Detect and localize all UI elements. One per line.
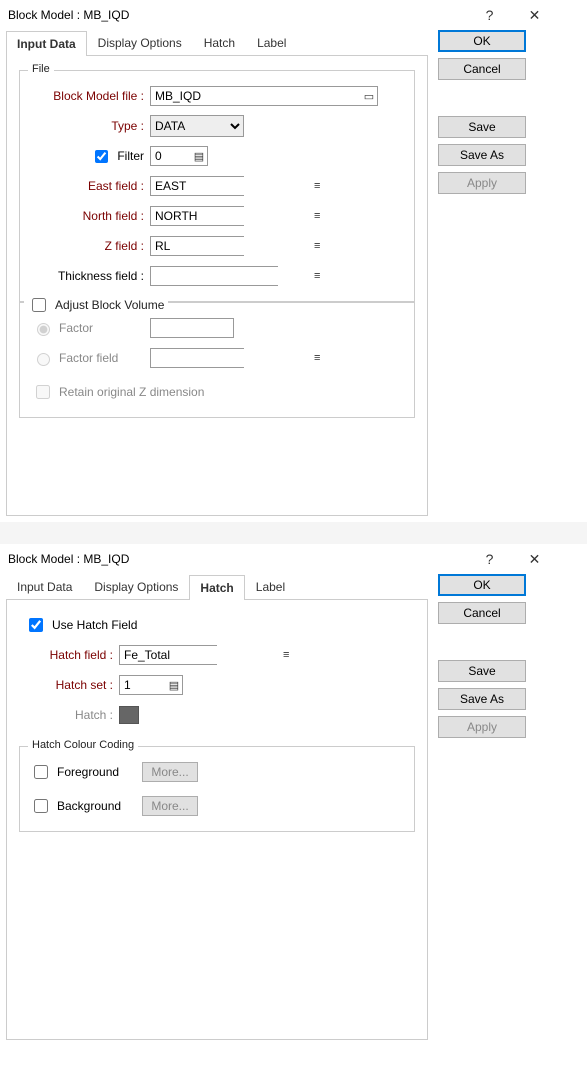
apply-button: Apply [438, 716, 526, 738]
z-field-label: Z field : [30, 239, 150, 253]
north-field-label: North field : [30, 209, 150, 223]
z-field-input[interactable]: ≡ [150, 236, 244, 256]
factor-field-input: ≡ [150, 348, 244, 368]
dialog-block-model-hatch: Block Model : MB_IQD ? ✕ Input Data Disp… [0, 544, 557, 1050]
foreground-more-button: More... [142, 762, 198, 782]
filter-text[interactable] [151, 147, 191, 165]
browse-icon[interactable]: ▤ [166, 679, 182, 692]
tab-label[interactable]: Label [246, 30, 297, 55]
tab-input-data[interactable]: Input Data [6, 31, 87, 56]
hatch-field-text[interactable] [120, 646, 283, 664]
block-model-file-text[interactable] [151, 87, 361, 105]
save-button[interactable]: Save [438, 116, 526, 138]
filter-label: Filter [117, 149, 144, 163]
adjust-block-volume-label: Adjust Block Volume [55, 298, 164, 312]
dialog-title: Block Model : MB_IQD [8, 8, 467, 22]
file-group: File Block Model file : ▭ Type : DATA [19, 70, 415, 302]
dialog-title: Block Model : MB_IQD [8, 552, 467, 566]
tab-input-data[interactable]: Input Data [6, 574, 83, 599]
adjust-block-volume-group: Adjust Block Volume Factor Fact [19, 302, 415, 418]
hatch-swatch [119, 706, 139, 724]
hatch-field-label: Hatch field : [19, 648, 119, 662]
use-hatch-field-label: Use Hatch Field [52, 618, 137, 632]
ok-button[interactable]: OK [438, 574, 526, 596]
list-icon: ≡ [314, 352, 320, 364]
factor-radio [37, 323, 50, 336]
use-hatch-field-checkbox[interactable] [29, 618, 43, 632]
type-select[interactable]: DATA [150, 115, 244, 137]
hatch-set-input[interactable]: ▤ [119, 675, 183, 695]
hatch-set-text[interactable] [120, 676, 166, 694]
foreground-checkbox[interactable] [34, 765, 48, 779]
background-label: Background [57, 799, 121, 813]
cancel-button[interactable]: Cancel [438, 602, 526, 624]
hatch-swatch-label: Hatch : [19, 708, 119, 722]
list-icon[interactable]: ≡ [314, 240, 320, 252]
cancel-button[interactable]: Cancel [438, 58, 526, 80]
tabstrip: Input Data Display Options Hatch Label [6, 30, 428, 56]
tab-label[interactable]: Label [245, 574, 296, 599]
save-as-button[interactable]: Save As [438, 688, 526, 710]
file-browse-icon[interactable]: ▭ [361, 90, 377, 103]
factor-field-label: Factor field [59, 351, 118, 365]
hatch-colour-coding-group: Hatch Colour Coding Foreground More... B… [19, 746, 415, 832]
east-field-label: East field : [30, 179, 150, 193]
thickness-field-label: Thickness field : [30, 269, 150, 283]
factor-input [150, 318, 234, 338]
tab-pane-hatch: Use Hatch Field Hatch field : ≡ Hatch se… [6, 600, 428, 1040]
list-icon[interactable]: ≡ [314, 180, 320, 192]
list-icon[interactable]: ≡ [314, 210, 320, 222]
titlebar: Block Model : MB_IQD ? ✕ [0, 0, 557, 30]
background-checkbox[interactable] [34, 799, 48, 813]
retain-z-label: Retain original Z dimension [59, 385, 204, 399]
foreground-label: Foreground [57, 765, 119, 779]
save-as-button[interactable]: Save As [438, 144, 526, 166]
hatch-field-input[interactable]: ≡ [119, 645, 217, 665]
filter-input[interactable]: ▤ [150, 146, 208, 166]
block-model-file-label: Block Model file : [30, 89, 150, 103]
east-field-text[interactable] [151, 177, 314, 195]
adjust-block-volume-checkbox[interactable] [32, 298, 46, 312]
tab-display-options[interactable]: Display Options [87, 30, 193, 55]
ok-button[interactable]: OK [438, 30, 526, 52]
east-field-input[interactable]: ≡ [150, 176, 244, 196]
type-label: Type : [30, 119, 150, 133]
close-button[interactable]: ✕ [512, 0, 557, 30]
thickness-field-input[interactable]: ≡ [150, 266, 278, 286]
tab-pane-input-data: File Block Model file : ▭ Type : DATA [6, 56, 428, 516]
filter-browse-icon[interactable]: ▤ [191, 150, 207, 163]
tabstrip: Input Data Display Options Hatch Label [6, 574, 428, 600]
titlebar: Block Model : MB_IQD ? ✕ [0, 544, 557, 574]
block-model-file-input[interactable]: ▭ [150, 86, 378, 106]
tab-hatch[interactable]: Hatch [193, 30, 246, 55]
factor-label: Factor [59, 321, 93, 335]
north-field-input[interactable]: ≡ [150, 206, 244, 226]
list-icon[interactable]: ≡ [283, 649, 289, 661]
tab-hatch[interactable]: Hatch [189, 575, 244, 600]
thickness-field-text[interactable] [151, 267, 314, 285]
background-more-button: More... [142, 796, 198, 816]
hatch-colour-coding-legend: Hatch Colour Coding [28, 739, 138, 751]
close-button[interactable]: ✕ [512, 544, 557, 574]
file-group-legend: File [28, 63, 54, 75]
factor-field-radio [37, 353, 50, 366]
z-field-text[interactable] [151, 237, 314, 255]
north-field-text[interactable] [151, 207, 314, 225]
help-button[interactable]: ? [467, 0, 512, 30]
filter-checkbox[interactable] [95, 150, 108, 163]
tab-display-options[interactable]: Display Options [83, 574, 189, 599]
list-icon[interactable]: ≡ [314, 270, 320, 282]
save-button[interactable]: Save [438, 660, 526, 682]
hatch-set-label: Hatch set : [19, 678, 119, 692]
apply-button: Apply [438, 172, 526, 194]
help-button[interactable]: ? [467, 544, 512, 574]
dialog-block-model-input-data: Block Model : MB_IQD ? ✕ Input Data Disp… [0, 0, 557, 522]
retain-z-checkbox [36, 385, 50, 399]
